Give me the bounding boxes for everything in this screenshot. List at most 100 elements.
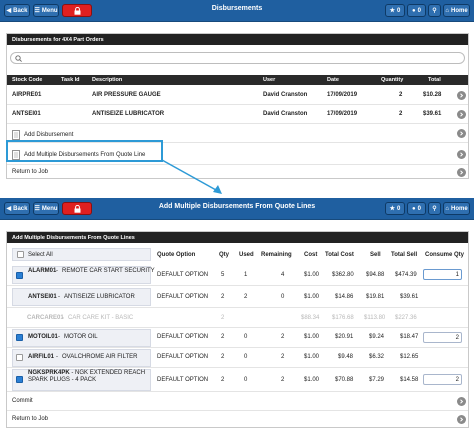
row-checkbox[interactable] [16,376,23,383]
stock-code: AIRPRE01 [12,92,42,98]
commit-label: Commit [12,398,33,404]
description: ANTISEIZE LUBRICATOR [92,111,165,117]
messages-button[interactable]: ★ 0 [385,4,405,17]
qty: 2 [221,315,225,321]
highlight-box [6,140,163,162]
table-row[interactable]: ALARM01 - REMOTE CAR START SECURITY DEFA… [7,264,468,286]
col-consume-qty: Consume Qty [425,252,465,258]
user: David Cranston [263,111,308,117]
header-row: Select All Quote Option Qty Used Remaini… [7,247,468,262]
bell-icon: ★ [389,206,396,212]
home-icon: ⌂ [445,205,449,212]
quote-option: DEFAULT OPTION [157,294,209,300]
users-button[interactable]: ● 0 [407,202,426,215]
return-to-job-button[interactable]: Return to Job [7,165,468,180]
quote-option: DEFAULT OPTION [157,334,209,340]
used: 0 [244,354,248,360]
sell: $94.88 [366,272,385,278]
remaining: 0 [281,294,285,300]
cost: $1.00 [304,294,320,300]
table-row[interactable]: MOTOIL01 - MOTOR OIL DEFAULT OPTION 2 0 … [7,328,468,348]
cost: $1.00 [304,377,320,383]
user-icon: ● [412,205,416,212]
location-button[interactable]: ⚲ [428,202,441,215]
sell: $7.29 [369,377,385,383]
col-remaining: Remaining [261,252,292,258]
chevron-right-icon [457,168,466,177]
col-total-sell: Total Sell [391,252,418,258]
cost: $1.00 [304,334,320,340]
total: $39.61 [423,111,442,117]
total-cost: $9.48 [338,354,354,360]
location-button[interactable]: ⚲ [428,4,441,17]
row-checkbox[interactable] [16,272,23,279]
description: AIR PRESSURE GAUGE [92,92,161,98]
date: 17/09/2019 [327,92,358,98]
item-code: AIRFIL01 [28,354,55,360]
used: 1 [244,272,248,278]
consume-qty-input[interactable]: 2 [423,332,462,343]
total-cost: $20.91 [335,334,354,340]
messages-count: 0 [397,7,401,14]
panel-title: Disbursements for 4X4 Part Orders [7,34,468,45]
item-code: CARCARE01 [27,315,64,321]
used: 0 [244,377,248,383]
row-checkbox[interactable] [16,354,23,361]
home-button[interactable]: ⌂ Home [443,202,470,215]
total-sell: $39.61 [400,294,419,300]
item-name: CAR CARE KIT - BASIC [68,315,134,321]
return-to-job-button[interactable]: Return to Job [7,411,468,429]
col-total-cost: Total Cost [325,252,354,258]
return-to-job-label: Return to Job [12,169,49,175]
remaining: 4 [281,272,285,278]
consume-qty-input[interactable]: 1 [423,269,462,280]
item-code: MOTOIL01 [28,334,58,340]
table-row[interactable]: NGKSPRK4PK - NGK EXTENDED REACH SPARK PL… [7,368,468,392]
users-button[interactable]: ● 0 [407,4,426,17]
users-count: 0 [417,7,421,14]
row-checkbox[interactable] [16,334,23,341]
return-to-job-label: Return to Job [12,416,49,422]
select-all-checkbox[interactable] [17,251,24,258]
total-sell: $12.65 [400,354,419,360]
item-separator: - [58,294,60,300]
table-row[interactable]: AIRFIL01 - OVALCHROME AIR FILTER DEFAULT… [7,348,468,368]
chevron-right-icon[interactable] [457,91,466,100]
total-sell: $474.39 [395,272,417,278]
quote-option: DEFAULT OPTION [157,272,209,278]
table-row[interactable]: AIRPRE01 AIR PRESSURE GAUGE David Cranst… [7,86,468,105]
total-cost: $362.80 [332,272,354,278]
messages-button[interactable]: ★ 0 [385,202,405,215]
item-label: NGKSPRK4PK - NGK EXTENDED REACH SPARK PL… [28,370,148,383]
item-name: MOTOR OIL [64,334,98,340]
total-cost: $70.88 [335,377,354,383]
search-input[interactable] [10,52,465,64]
commit-button[interactable]: Commit [7,393,468,411]
consume-qty-input[interactable]: 2 [423,374,462,385]
select-all-box[interactable]: Select All [12,248,151,261]
quote-lines-panel: Add Multiple Disbursements From Quote Li… [6,231,469,428]
location-pin-icon: ⚲ [432,206,437,212]
sell: $9.24 [369,334,385,340]
total-sell: $227.36 [395,315,417,321]
total-cost: $14.86 [335,294,354,300]
table-row[interactable]: ANTSEI01 ANTISEIZE LUBRICATOR David Cran… [7,105,468,124]
item-separator: - [56,268,58,274]
table-row[interactable]: ANTSEI01 - ANTISEIZE LUBRICATOR DEFAULT … [7,286,468,308]
sell: $19.81 [366,294,385,300]
item-code: ALARM01 [28,268,57,274]
remaining: 2 [281,377,285,383]
cost: $88.34 [301,315,320,321]
home-label: Home [450,205,468,212]
select-all-label: Select All [28,252,53,258]
location-pin-icon: ⚲ [432,8,437,14]
qty: 2 [221,354,225,360]
home-button[interactable]: ⌂ Home [443,4,470,17]
chevron-right-icon[interactable] [457,110,466,119]
chevron-right-icon [457,150,466,159]
col-date: Date [327,77,339,83]
item-code: ANTSEI01 [28,294,57,300]
home-icon: ⌂ [445,7,449,14]
col-stock-code: Stock Code [12,77,43,83]
col-description: Description [92,77,123,83]
